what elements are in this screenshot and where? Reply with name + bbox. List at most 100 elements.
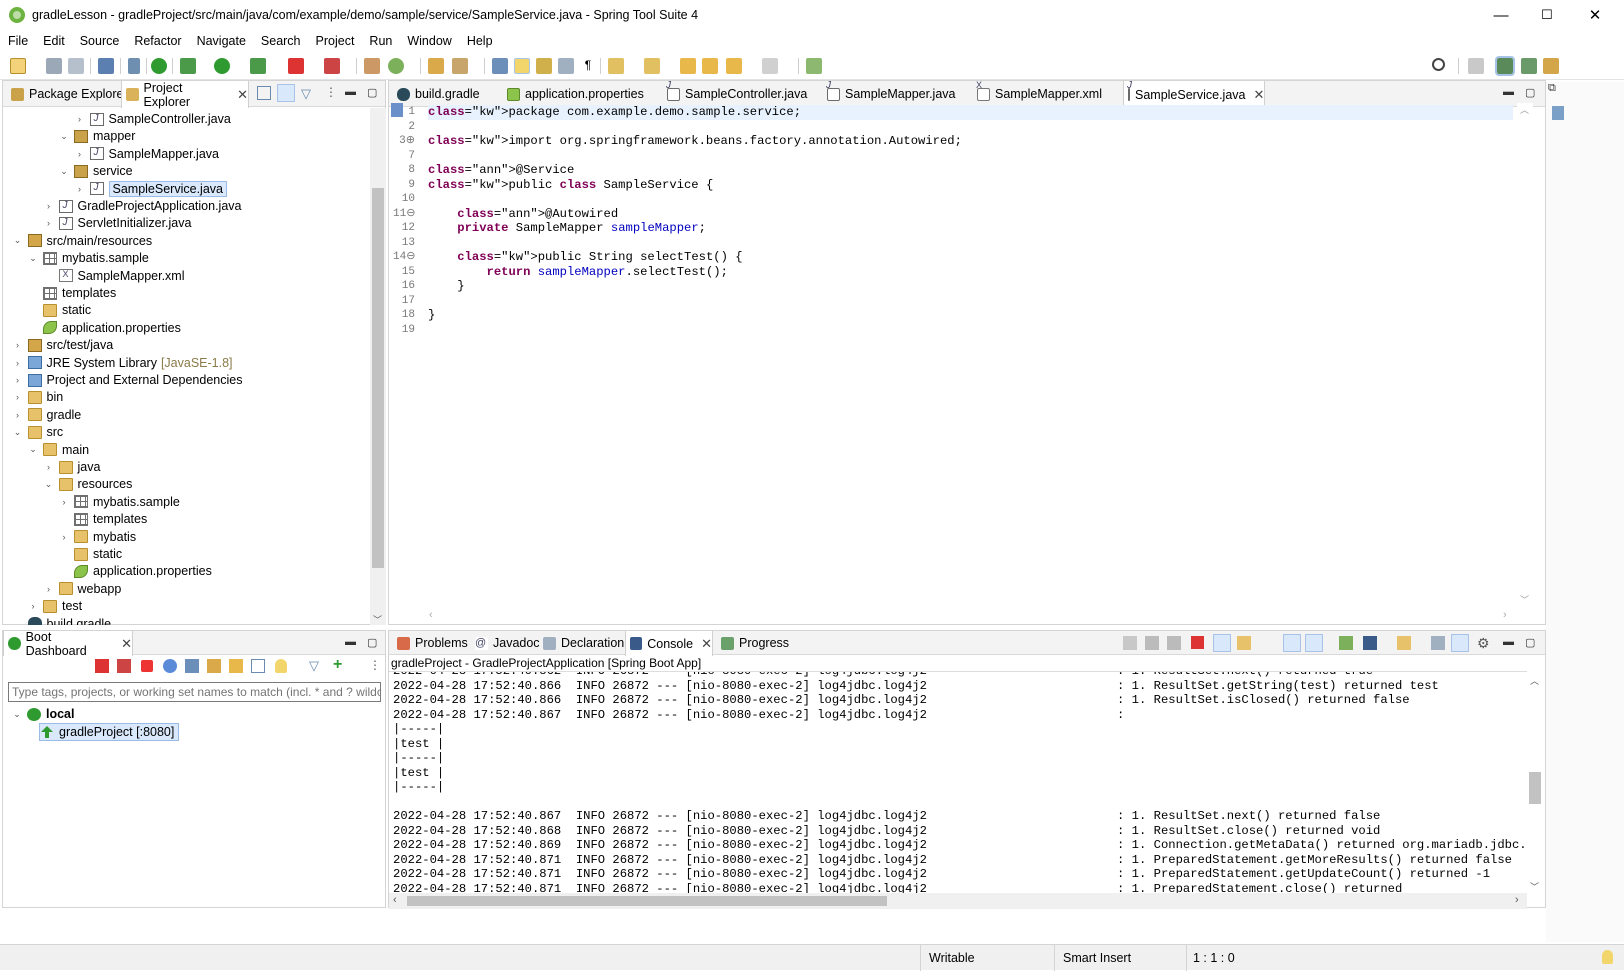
tab-project-explorer[interactable]: Project Explorer ✕ — [121, 81, 249, 109]
view-menu-icon[interactable]: ⋮ — [325, 85, 337, 99]
tab-package-explorer[interactable]: Package Explorer — [7, 81, 128, 107]
expanded-twisty-icon[interactable]: ⌄ — [27, 444, 39, 455]
close-icon[interactable]: ✕ — [701, 636, 712, 652]
filter-input[interactable] — [8, 682, 381, 702]
editor-hscroll[interactable]: ‹ › — [427, 608, 1517, 624]
tree-item[interactable]: SampleMapper.xml — [43, 267, 185, 285]
next-annotation-icon[interactable] — [608, 58, 624, 74]
minimize-view-button[interactable]: ▬ — [345, 86, 356, 98]
code-line[interactable]: class="kw">public class SampleService { — [428, 178, 1513, 193]
tree-item[interactable]: › mybatis — [58, 528, 137, 546]
menu-file[interactable]: File — [8, 34, 28, 48]
link-icon[interactable] — [207, 659, 221, 673]
console-hscroll[interactable]: ‹ › — [389, 893, 1527, 909]
local-node[interactable]: ⌄ local — [11, 705, 74, 723]
open-perspective-icon[interactable] — [1468, 58, 1484, 74]
minimize-view-button[interactable]: ▬ — [1503, 636, 1514, 648]
code-line[interactable] — [428, 236, 1513, 251]
new-java-package-icon[interactable] — [364, 58, 380, 74]
link-with-editor-icon[interactable] — [277, 84, 295, 102]
tree-item[interactable]: › GradleProjectApplication.java — [43, 197, 241, 215]
coverage-icon[interactable] — [250, 58, 266, 74]
new-class-icon[interactable] — [388, 58, 404, 74]
scrollbar-thumb[interactable] — [1529, 772, 1541, 804]
tree-item[interactable]: › JRE System Library [JavaSE-1.8] — [12, 354, 233, 372]
skip-breakpoints-icon[interactable] — [128, 58, 140, 74]
search-icon[interactable] — [1432, 58, 1445, 71]
tree-item[interactable]: static — [58, 545, 122, 563]
tree-item[interactable]: › bin — [12, 388, 63, 406]
tree-item[interactable]: › mybatis.sample — [58, 493, 180, 511]
tree-item[interactable]: › ServletInitializer.java — [43, 214, 191, 232]
terminate-icon[interactable] — [141, 660, 153, 672]
code-line[interactable]: private SampleMapper sampleMapper; — [428, 221, 1513, 236]
app-node[interactable]: gradleProject [:8080] — [39, 723, 180, 741]
menu-project[interactable]: Project — [316, 34, 355, 48]
pin-console-icon[interactable] — [1339, 636, 1353, 650]
tab-console[interactable]: Console ✕ — [625, 631, 713, 656]
show-whitespace-icon[interactable]: ¶ — [580, 58, 596, 74]
show-on-stderr-icon[interactable] — [1305, 634, 1323, 652]
boot-dashboard-icon[interactable] — [151, 58, 167, 74]
debug-icon[interactable] — [180, 58, 196, 74]
show-on-stdout-icon[interactable] — [1283, 634, 1301, 652]
tree-item[interactable]: › gradle — [12, 406, 81, 424]
save-all-icon[interactable] — [68, 58, 84, 74]
tab-boot-dashboard[interactable]: Boot Dashboard ✕ — [3, 630, 133, 658]
tree-item[interactable]: ⌄ service — [58, 162, 132, 180]
scrollbar-thumb[interactable] — [372, 188, 384, 568]
maximize-button[interactable]: ☐ — [1524, 0, 1570, 30]
tab-javadoc[interactable]: @ Javadoc — [471, 631, 540, 655]
spring-perspective-icon[interactable] — [1495, 56, 1515, 76]
tree-item[interactable]: ⌄ src/main/resources — [12, 232, 152, 250]
code-line[interactable]: return sampleMapper.selectTest(); — [428, 265, 1513, 280]
tree-item[interactable]: ⌄ mapper — [58, 127, 135, 145]
stop-app-icon[interactable] — [95, 659, 109, 673]
java-perspective-icon[interactable] — [1543, 58, 1559, 74]
console-remove-all-icon[interactable] — [1145, 636, 1159, 650]
close-icon[interactable]: ✕ — [121, 636, 132, 652]
code-line[interactable]: } — [428, 279, 1513, 294]
collapse-all-icon[interactable] — [257, 86, 271, 100]
console-output[interactable]: 2022-04-28 17:52:40.862 INFO 26872 --- [… — [389, 672, 1525, 894]
tree-item[interactable]: › SampleController.java — [74, 110, 231, 128]
close-icon[interactable]: ✕ — [237, 87, 248, 103]
minimize-view-button[interactable]: ▬ — [345, 636, 356, 648]
open-console-icon[interactable] — [185, 659, 199, 673]
search-tool-icon[interactable] — [452, 58, 468, 74]
scroll-up-icon[interactable]: ︿ — [1520, 103, 1529, 116]
code-line[interactable] — [428, 192, 1513, 207]
collapsed-twisty-icon[interactable]: › — [27, 601, 39, 611]
menu-source[interactable]: Source — [80, 34, 120, 48]
add-icon[interactable]: + — [333, 656, 342, 674]
menu-edit[interactable]: Edit — [43, 34, 65, 48]
menu-run[interactable]: Run — [369, 34, 392, 48]
tab-progress[interactable]: Progress — [717, 631, 789, 655]
collapsed-twisty-icon[interactable]: › — [74, 149, 86, 159]
collapsed-twisty-icon[interactable]: › — [12, 392, 24, 402]
pin-editor-icon[interactable] — [806, 58, 822, 74]
scrollbar-thumb[interactable] — [407, 896, 887, 906]
scroll-left-icon[interactable]: ‹ — [429, 609, 433, 621]
block-selection-icon[interactable] — [536, 58, 552, 74]
expanded-twisty-icon[interactable]: ⌄ — [11, 709, 23, 720]
previous-annotation-icon[interactable] — [644, 58, 660, 74]
menu-navigate[interactable]: Navigate — [197, 34, 246, 48]
code-line[interactable]: class="kw">public String selectTest() { — [428, 250, 1513, 265]
collapsed-twisty-icon[interactable]: › — [43, 218, 55, 228]
scroll-down-icon[interactable]: ﹀ — [1530, 880, 1539, 893]
close-button[interactable]: ✕ — [1570, 0, 1620, 30]
forward-edit-icon[interactable] — [702, 58, 718, 74]
tree-item[interactable]: application.properties — [27, 319, 181, 337]
terminal-icon[interactable] — [98, 58, 114, 74]
collapsed-twisty-icon[interactable]: › — [74, 184, 86, 194]
tree-item[interactable]: templates — [27, 284, 116, 302]
code-line[interactable]: class="kw">package com.example.demo.samp… — [428, 105, 1513, 120]
maximize-view-button[interactable]: ▢ — [367, 636, 377, 649]
scroll-right-icon[interactable]: › — [1503, 609, 1507, 621]
tab-problems[interactable]: Problems — [393, 631, 468, 655]
scroll-down-icon[interactable]: ﹀ — [373, 613, 382, 626]
mark-occurrences-icon[interactable] — [514, 58, 530, 74]
relaunch-icon[interactable] — [324, 58, 340, 74]
back-icon[interactable] — [726, 58, 742, 74]
